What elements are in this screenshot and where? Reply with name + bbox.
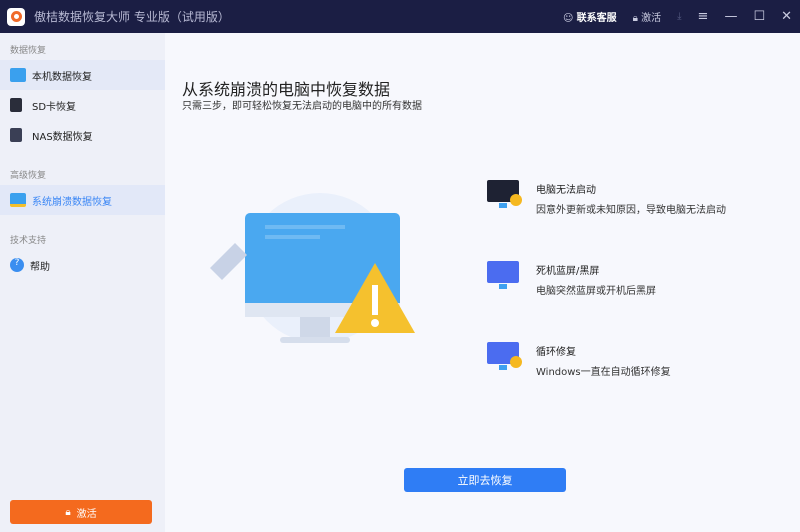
download-icon[interactable]: ⤓ bbox=[677, 11, 681, 22]
support-label: 联系客服 bbox=[576, 13, 617, 24]
sidebar-item-local-recovery[interactable]: 本机数据恢复 bbox=[0, 60, 165, 90]
activate-label: 激活 bbox=[641, 13, 662, 24]
activate-button[interactable]: 🔒︎ 激活 bbox=[10, 500, 152, 524]
menu-icon[interactable]: ≡ bbox=[698, 9, 709, 24]
crashed-monitor-icon bbox=[10, 193, 26, 207]
feature-title: 电脑无法启动 bbox=[536, 185, 596, 196]
section-label: 技术支持 bbox=[10, 236, 47, 246]
app-logo-icon bbox=[7, 7, 25, 26]
monitor-icon bbox=[10, 68, 26, 82]
feature-title: 死机蓝屏/黑屏 bbox=[536, 266, 600, 277]
feature-desc: Windows一直在自动循环修复 bbox=[536, 367, 671, 378]
start-recovery-button[interactable]: 立即去恢复 bbox=[404, 468, 566, 492]
support-button[interactable]: ☺ 联系客服 bbox=[563, 9, 617, 24]
sidebar-item-label: SD卡恢复 bbox=[32, 101, 77, 113]
sidebar-item-label: 帮助 bbox=[30, 261, 50, 273]
help-icon: ? bbox=[10, 258, 24, 272]
feature-title: 循环修复 bbox=[536, 347, 576, 358]
section-label: 高级恢复 bbox=[10, 171, 47, 181]
feature-repair-loop: 循环修复 Windows一直在自动循环修复 bbox=[487, 342, 671, 378]
feature-desc: 电脑突然蓝屏或开机后黑屏 bbox=[536, 286, 656, 297]
feature-desc: 因意外更新或未知原因，导致电脑无法启动 bbox=[536, 205, 726, 216]
page-subtitle: 只需三步，即可轻松恢复无法启动的电脑中的所有数据 bbox=[182, 101, 422, 112]
sd-card-icon bbox=[10, 98, 22, 112]
title-bar: 傲桔数据恢复大师 专业版（试用版） ☺ 联系客服 🔒︎ 激活 ⤓ ≡ — ☐ ✕ bbox=[0, 0, 800, 33]
feature-no-boot: 电脑无法启动因意外更新或未知原因，导致电脑无法启动 bbox=[487, 180, 726, 216]
repair-loop-monitor-icon bbox=[487, 342, 522, 372]
black-screen-monitor-icon bbox=[487, 180, 522, 210]
section-label: 数据恢复 bbox=[10, 46, 47, 56]
sidebar-item-help[interactable]: ? 帮助 bbox=[0, 250, 165, 280]
activate-title-button[interactable]: 🔒︎ 激活 bbox=[633, 9, 662, 24]
feature-bsod: 死机蓝屏/黑屏电脑突然蓝屏或开机后黑屏 bbox=[487, 261, 656, 297]
crashed-computer-illustration bbox=[210, 193, 415, 343]
sidebar-item-label: 系统崩溃数据恢复 bbox=[32, 196, 112, 208]
activate-label: 激活 bbox=[76, 508, 97, 520]
sidebar-item-nas-recovery[interactable]: NAS数据恢复 bbox=[0, 120, 165, 150]
sidebar-item-label: NAS数据恢复 bbox=[32, 131, 93, 143]
app-title: 傲桔数据恢复大师 专业版（试用版） bbox=[34, 10, 230, 24]
sidebar-item-crash-recovery[interactable]: 系统崩溃数据恢复 bbox=[0, 185, 165, 215]
sidebar-item-sd-recovery[interactable]: SD卡恢复 bbox=[0, 90, 165, 120]
blue-screen-monitor-icon bbox=[487, 261, 520, 291]
nas-icon bbox=[10, 128, 22, 142]
sidebar: 数据恢复 本机数据恢复 SD卡恢复 NAS数据恢复 高级恢复 系统崩溃数据恢复 … bbox=[0, 33, 165, 532]
main-panel: 从系统崩溃的电脑中恢复数据 只需三步，即可轻松恢复无法启动的电脑中的所有数据 电… bbox=[165, 33, 800, 532]
close-icon[interactable]: ✕ bbox=[781, 9, 792, 24]
lock-icon: 🔒︎ bbox=[65, 506, 71, 518]
maximize-icon[interactable]: ☐ bbox=[753, 9, 765, 24]
sidebar-item-label: 本机数据恢复 bbox=[32, 71, 92, 83]
minimize-icon[interactable]: — bbox=[724, 9, 737, 24]
